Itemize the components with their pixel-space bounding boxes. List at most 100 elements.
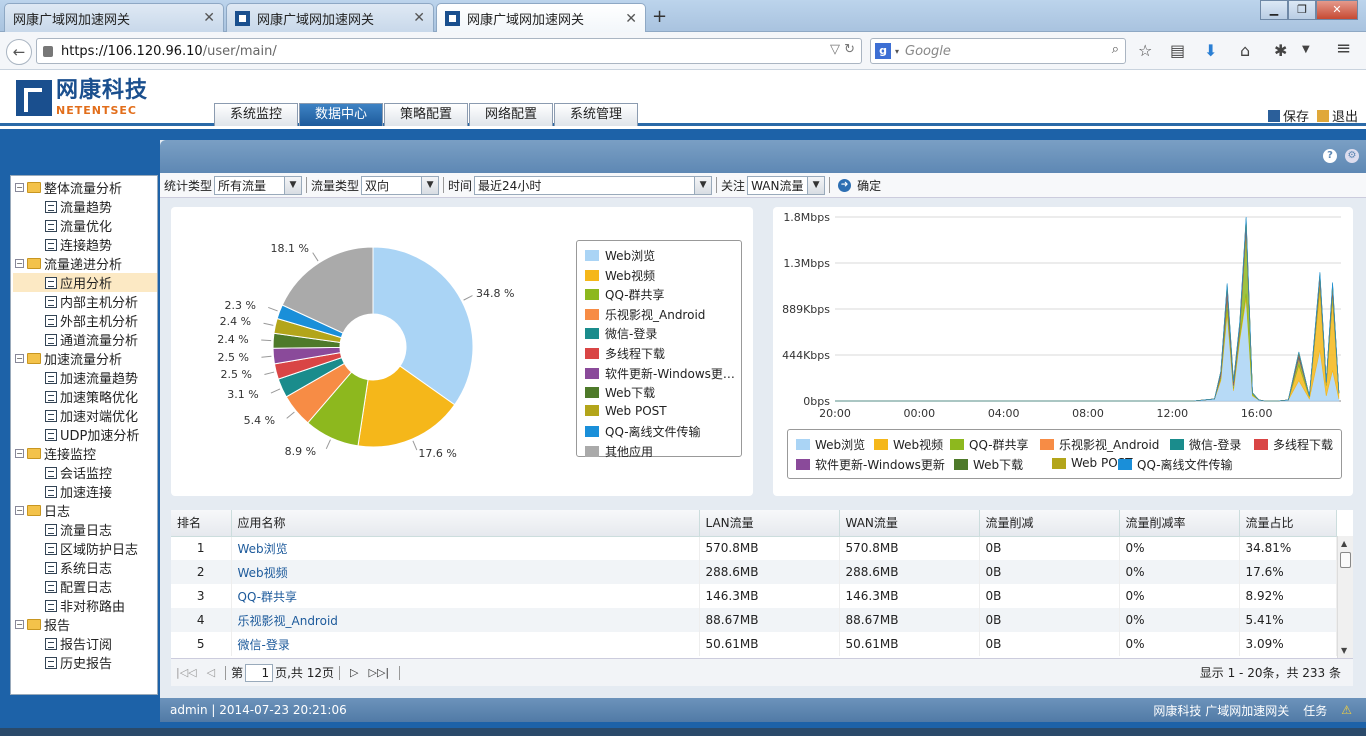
sidebar-item-asymmetric-route[interactable]: 非对称路由 (45, 596, 125, 615)
app-link[interactable]: QQ-群共享 (238, 590, 298, 604)
bookmarks-list-icon[interactable]: ▤ (1170, 41, 1185, 60)
sidebar-item-session-monitor[interactable]: 会话监控 (45, 463, 112, 482)
app-link[interactable]: 乐视影视_Android (238, 614, 338, 628)
tab-network-config[interactable]: 网络配置 (469, 103, 553, 126)
sidebar-item-channel-traffic[interactable]: 通道流量分析 (45, 330, 138, 349)
table-row[interactable]: 3 QQ-群共享 146.3MB 146.3MB 0B 0% 8.92% (171, 584, 1337, 608)
google-icon[interactable]: g (875, 43, 891, 59)
next-page-icon[interactable]: ▷ (350, 666, 358, 679)
app-link[interactable]: 微信-登录 (238, 638, 290, 652)
collapse-icon[interactable]: − (15, 259, 24, 268)
sidebar-item-internal-host[interactable]: 内部主机分析 (45, 292, 138, 311)
legend-item[interactable]: 微信-登录 (1170, 436, 1241, 453)
legend-item[interactable]: Web下载 (954, 456, 1023, 473)
legend-item[interactable]: Web视频 (874, 436, 943, 453)
minimize-icon[interactable]: ▁ (1260, 0, 1288, 20)
address-bar[interactable]: https://106.120.96.10 /user/main/ ▽ ↻ (36, 38, 862, 64)
sidebar-item-config-log[interactable]: 配置日志 (45, 577, 112, 596)
tab-system-management[interactable]: 系统管理 (554, 103, 638, 126)
app-link[interactable]: Web浏览 (238, 542, 288, 556)
sidebar-item-report-subscribe[interactable]: 报告订阅 (45, 634, 112, 653)
legend-item[interactable]: 乐视影视_Android (1040, 436, 1159, 453)
collapse-icon[interactable]: − (15, 620, 24, 629)
close-window-icon[interactable]: ✕ (1316, 0, 1358, 20)
area-series[interactable] (835, 226, 1340, 402)
menu-icon[interactable]: ≡ (1336, 38, 1351, 59)
collapse-icon[interactable]: − (15, 449, 24, 458)
legend-item[interactable]: QQ-离线文件传输 (585, 423, 737, 440)
collapse-icon[interactable]: − (15, 183, 24, 192)
sidebar-item-external-host[interactable]: 外部主机分析 (45, 311, 138, 330)
legend-item[interactable]: 其他应用 (585, 443, 737, 460)
maximize-icon[interactable]: ❐ (1288, 0, 1316, 20)
flow-type-select[interactable]: 双向 ▼ (361, 175, 440, 195)
col-traffic-share[interactable]: 流量占比 (1239, 510, 1337, 537)
stat-type-select[interactable]: 所有流量 ▼ (214, 175, 303, 195)
sidebar-item-accel-policy[interactable]: 加速策略优化 (45, 387, 138, 406)
area-series[interactable] (835, 223, 1340, 402)
sidebar-item-history-report[interactable]: 历史报告 (45, 653, 112, 672)
chevron-down-icon[interactable]: ▼ (421, 176, 439, 194)
area-series[interactable] (835, 229, 1340, 402)
col-reduction-rate[interactable]: 流量削减率 (1119, 510, 1240, 537)
last-page-icon[interactable]: ▷▷| (368, 666, 389, 679)
area-series[interactable] (835, 298, 1340, 402)
scroll-thumb[interactable] (1340, 552, 1351, 568)
sidebar-item-accel-connection[interactable]: 加速连接 (45, 482, 112, 501)
chevron-down-icon[interactable]: ▼ (1302, 44, 1310, 55)
legend-item[interactable]: Web浏览 (585, 247, 737, 264)
first-page-icon[interactable]: |◁◁ (176, 666, 197, 679)
tree-group-progressive[interactable]: − 流量递进分析 (15, 254, 122, 273)
scroll-down-icon[interactable]: ▼ (1341, 646, 1347, 655)
legend-item[interactable]: 软件更新-Windows更… (585, 365, 737, 382)
help-icon[interactable]: ? (1323, 149, 1337, 163)
tab-policy-config[interactable]: 策略配置 (384, 103, 468, 126)
search-icon[interactable]: ⌕ (1112, 42, 1119, 57)
col-wan-traffic[interactable]: WAN流量 (839, 510, 980, 537)
legend-item[interactable]: Web下载 (585, 384, 737, 401)
chevron-down-icon[interactable]: ▼ (284, 176, 302, 194)
sidebar-item-accel-trend[interactable]: 加速流量趋势 (45, 368, 138, 387)
gear-icon[interactable]: ⚙ (1345, 149, 1359, 163)
legend-item[interactable]: 多线程下载 (1254, 436, 1333, 453)
legend-item[interactable]: 多线程下载 (585, 345, 737, 362)
col-rank[interactable]: 排名 (171, 510, 232, 537)
close-tab-icon[interactable]: ✕ (203, 10, 215, 26)
task-link[interactable]: 任务 (1303, 702, 1327, 719)
tab-data-center[interactable]: 数据中心 (299, 103, 383, 126)
close-tab-icon[interactable]: ✕ (413, 10, 425, 26)
legend-item[interactable]: 软件更新-Windows更新 (796, 456, 945, 473)
sidebar-item-traffic-log[interactable]: 流量日志 (45, 520, 112, 539)
col-lan-traffic[interactable]: LAN流量 (699, 510, 840, 537)
legend-item[interactable]: 微信-登录 (585, 325, 737, 342)
sidebar-item-system-log[interactable]: 系统日志 (45, 558, 112, 577)
col-traffic-reduction[interactable]: 流量削减 (979, 510, 1120, 537)
sidebar-item-connection-trend[interactable]: 连接趋势 (45, 235, 112, 254)
page-input[interactable]: 1 (245, 663, 274, 682)
sidebar-item-zone-protect-log[interactable]: 区域防护日志 (45, 539, 138, 558)
tree-group-acceleration[interactable]: − 加速流量分析 (15, 349, 122, 368)
tab-system-monitor[interactable]: 系统监控 (214, 103, 298, 126)
browser-tab-1[interactable]: 网康广域网加速网关 ✕ (4, 3, 224, 32)
bookmark-star-icon[interactable]: ☆ (1138, 41, 1152, 60)
sidebar-item-traffic-optimize[interactable]: 流量优化 (45, 216, 112, 235)
sidebar-item-accel-peer[interactable]: 加速对端优化 (45, 406, 138, 425)
tree-group-overall[interactable]: − 整体流量分析 (15, 178, 122, 197)
sidebar-item-app-analysis[interactable]: 应用分析 (13, 273, 157, 292)
reload-icon[interactable]: ▽ ↻ (830, 42, 855, 57)
alert-icon[interactable]: ⚠ (1341, 703, 1352, 717)
time-select[interactable]: 最近24小时 ▼ (474, 175, 713, 195)
logout-link[interactable]: 退出 (1316, 106, 1358, 125)
chevron-down-icon[interactable]: ▾ (895, 47, 899, 56)
area-series[interactable] (835, 221, 1340, 402)
legend-item[interactable]: QQ-群共享 (950, 436, 1029, 453)
browser-tab-2[interactable]: 网康广域网加速网关 ✕ (226, 3, 434, 32)
legend-item[interactable]: 乐视影视_Android (585, 306, 737, 323)
legend-item[interactable]: Web POST (585, 404, 737, 418)
browser-tab-3[interactable]: 网康广域网加速网关 ✕ (436, 3, 646, 33)
legend-item[interactable]: Web视频 (585, 267, 737, 284)
prev-page-icon[interactable]: ◁ (207, 666, 215, 679)
collapse-icon[interactable]: − (15, 506, 24, 515)
home-icon[interactable]: ⌂ (1240, 41, 1250, 60)
table-row[interactable]: 2 Web视频 288.6MB 288.6MB 0B 0% 17.6% (171, 560, 1337, 584)
